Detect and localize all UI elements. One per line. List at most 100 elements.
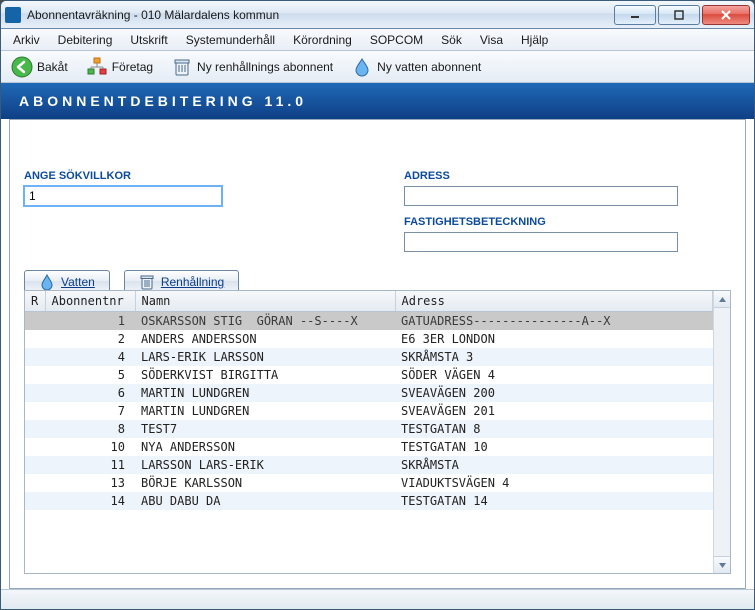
search-input[interactable]	[24, 186, 222, 206]
table-cell	[25, 456, 45, 474]
table-cell: GATUADRESS---------------A--X	[395, 312, 713, 331]
window-title: Abonnentavräkning - 010 Mälardalens komm…	[27, 8, 612, 22]
table-cell: 11	[45, 456, 135, 474]
menu-sok[interactable]: Sök	[433, 31, 470, 49]
close-button[interactable]	[702, 5, 750, 25]
company-label: Företag	[112, 60, 153, 74]
table-row[interactable]: 10NYA ANDERSSONTESTGATAN 10	[25, 438, 713, 456]
table-cell	[25, 330, 45, 348]
table-cell	[25, 474, 45, 492]
menu-korordning[interactable]: Körordning	[285, 31, 360, 49]
menu-visa[interactable]: Visa	[472, 31, 511, 49]
col-header-nr[interactable]: Abonnentnr	[45, 291, 135, 312]
maximize-icon	[674, 10, 684, 20]
table-row[interactable]: 1OSKARSSON STIG GÖRAN --S----XGATUADRESS…	[25, 312, 713, 331]
table-cell: VIADUKTSVÄGEN 4	[395, 474, 713, 492]
company-button[interactable]: Företag	[82, 54, 157, 80]
table-row[interactable]: 13BÖRJE KARLSSONVIADUKTSVÄGEN 4	[25, 474, 713, 492]
table-cell	[25, 366, 45, 384]
trash-icon	[139, 274, 155, 290]
app-window: Abonnentavräkning - 010 Mälardalens komm…	[0, 0, 755, 610]
menu-systemunderhall[interactable]: Systemunderhåll	[178, 31, 283, 49]
table-row[interactable]: 8TEST7TESTGATAN 8	[25, 420, 713, 438]
table-cell: 10	[45, 438, 135, 456]
table-cell: LARSSON LARS-ERIK	[135, 456, 395, 474]
fastighet-input[interactable]	[404, 232, 678, 252]
app-icon	[5, 7, 21, 23]
org-chart-icon	[86, 56, 108, 78]
back-label: Bakåt	[37, 60, 68, 74]
col-header-adress[interactable]: Adress	[395, 291, 713, 312]
table-cell	[25, 438, 45, 456]
window-controls	[612, 5, 750, 25]
table-cell: 1	[45, 312, 135, 331]
water-drop-icon	[351, 56, 373, 78]
new-vatten-label: Ny vatten abonnent	[377, 60, 481, 74]
table-cell	[25, 312, 45, 331]
table-cell: SÖDER VÄGEN 4	[395, 366, 713, 384]
table-cell: ANDERS ANDERSSON	[135, 330, 395, 348]
table-cell: LARS-ERIK LARSSON	[135, 348, 395, 366]
minimize-button[interactable]	[614, 5, 656, 25]
table-cell	[25, 348, 45, 366]
table-row[interactable]: 6MARTIN LUNDGRENSVEAVÄGEN 200	[25, 384, 713, 402]
table-cell: 4	[45, 348, 135, 366]
results-table: R Abonnentnr Namn Adress 1OSKARSSON STIG…	[25, 291, 713, 510]
col-header-namn[interactable]: Namn	[135, 291, 395, 312]
table-cell: OSKARSSON STIG GÖRAN --S----X	[135, 312, 395, 331]
table-cell	[25, 384, 45, 402]
scroll-up-arrow-icon[interactable]	[714, 291, 730, 308]
renhallning-button-label: Renhållning	[161, 275, 224, 289]
table-cell: ABU DABU DA	[135, 492, 395, 510]
fastighet-label: FASTIGHETSBETECKNING	[404, 216, 678, 228]
menu-hjalp[interactable]: Hjälp	[513, 31, 556, 49]
menu-arkiv[interactable]: Arkiv	[5, 31, 48, 49]
table-cell: SKRÅMSTA	[395, 456, 713, 474]
statusbar	[1, 589, 754, 609]
table-row[interactable]: 7MARTIN LUNDGRENSVEAVÄGEN 201	[25, 402, 713, 420]
new-ren-label: Ny renhållnings abonnent	[197, 60, 333, 74]
menu-debitering[interactable]: Debitering	[50, 31, 121, 49]
toolbar: Bakåt Företag Ny renhållnings abonnent N…	[1, 51, 754, 83]
table-cell: SÖDERKVIST BIRGITTA	[135, 366, 395, 384]
table-row[interactable]: 5SÖDERKVIST BIRGITTASÖDER VÄGEN 4	[25, 366, 713, 384]
table-cell: 2	[45, 330, 135, 348]
back-arrow-icon	[11, 56, 33, 78]
table-cell: TESTGATAN 14	[395, 492, 713, 510]
table-row[interactable]: 14ABU DABU DATESTGATAN 14	[25, 492, 713, 510]
table-cell: 14	[45, 492, 135, 510]
table-cell: TEST7	[135, 420, 395, 438]
adress-input[interactable]	[404, 186, 678, 206]
table-cell: SVEAVÄGEN 201	[395, 402, 713, 420]
scroll-down-arrow-icon[interactable]	[714, 556, 730, 573]
menu-sopcom[interactable]: SOPCOM	[362, 31, 431, 49]
table-cell: SKRÅMSTA 3	[395, 348, 713, 366]
table-cell: 7	[45, 402, 135, 420]
menubar: Arkiv Debitering Utskrift Systemunderhål…	[1, 29, 754, 51]
col-header-r[interactable]: R	[25, 291, 45, 312]
app-title-band: ABONNENTDEBITERING 11.0	[1, 83, 754, 119]
vertical-scrollbar[interactable]	[713, 291, 730, 573]
table-cell	[25, 420, 45, 438]
new-ren-button[interactable]: Ny renhållnings abonnent	[167, 54, 337, 80]
table-cell: BÖRJE KARLSSON	[135, 474, 395, 492]
water-drop-icon	[39, 274, 55, 290]
close-icon	[721, 10, 731, 20]
new-vatten-button[interactable]: Ny vatten abonnent	[347, 54, 485, 80]
maximize-button[interactable]	[658, 5, 700, 25]
menu-utskrift[interactable]: Utskrift	[122, 31, 175, 49]
table-cell: 6	[45, 384, 135, 402]
table-cell: 5	[45, 366, 135, 384]
results-table-scroll[interactable]: R Abonnentnr Namn Adress 1OSKARSSON STIG…	[25, 291, 713, 573]
table-row[interactable]: 11LARSSON LARS-ERIKSKRÅMSTA	[25, 456, 713, 474]
table-cell: NYA ANDERSSON	[135, 438, 395, 456]
back-button[interactable]: Bakåt	[7, 54, 72, 80]
table-row[interactable]: 2ANDERS ANDERSSONE6 3ER LONDON	[25, 330, 713, 348]
titlebar[interactable]: Abonnentavräkning - 010 Mälardalens komm…	[1, 1, 754, 29]
adress-label: ADRESS	[404, 170, 678, 182]
table-cell	[25, 492, 45, 510]
table-cell: MARTIN LUNDGREN	[135, 384, 395, 402]
table-cell: E6 3ER LONDON	[395, 330, 713, 348]
table-cell: MARTIN LUNDGREN	[135, 402, 395, 420]
table-row[interactable]: 4LARS-ERIK LARSSONSKRÅMSTA 3	[25, 348, 713, 366]
